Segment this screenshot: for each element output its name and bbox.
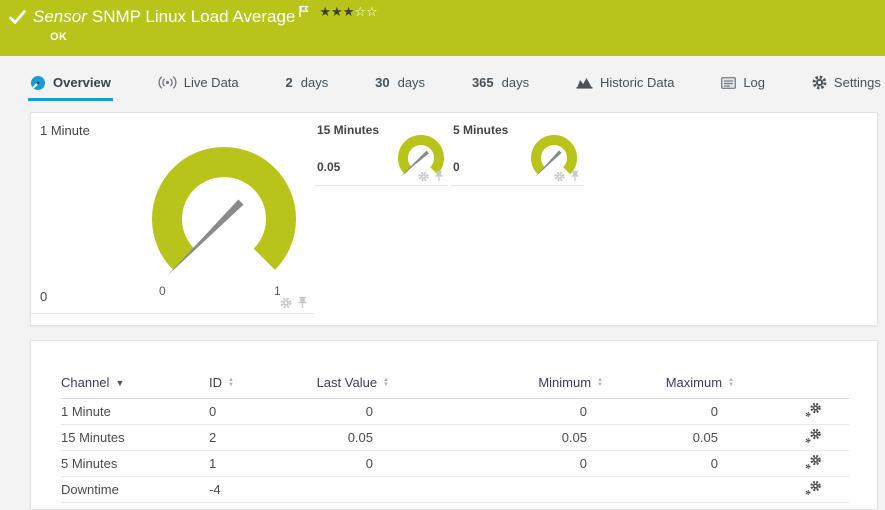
column-header-maximum[interactable]: Maximum ▲ ▼ (603, 366, 734, 399)
tab-label: Settings (833, 75, 881, 90)
tab-365-days[interactable]: 365 days (470, 67, 531, 101)
channel-name[interactable]: 1 Minute (61, 398, 209, 425)
table-row: 1 Minute 0 0 0 0 (61, 398, 849, 425)
channels-table: Channel ▼ ID ▲ ▼ Last Value ▲ ▼ Minimum ▲ ▼ Max… (61, 366, 849, 503)
priority-stars-filled: ★★★ (319, 4, 355, 19)
tab-bar: Overview Live Data 2 days 30 days 365 da… (0, 56, 885, 102)
table-header-row: Channel ▼ ID ▲ ▼ Last Value ▲ ▼ Minimum ▲ ▼ Max… (61, 366, 849, 399)
column-header-last-value[interactable]: Last Value ▲ ▼ (298, 366, 389, 399)
channel-maximum: 0.05 (603, 424, 734, 451)
channel-name[interactable]: 15 Minutes (61, 424, 209, 451)
table-row: Downtime -4 (61, 476, 849, 503)
channel-last-value (298, 476, 389, 503)
tab-number: 365 (471, 75, 494, 90)
gauge-title: 5 Minutes (453, 123, 509, 137)
channel-name[interactable]: 5 Minutes (61, 450, 209, 477)
sort-icon: ▲ ▼ (383, 377, 389, 389)
gauge-current-value: 0.05 (317, 160, 341, 174)
channel-settings-gear-icon[interactable] (554, 171, 565, 182)
pin-icon[interactable] (570, 170, 580, 182)
status-ok-check-icon (9, 10, 26, 30)
priority-stars-empty: ☆☆ (354, 4, 378, 19)
channel-settings-gear-icon[interactable] (418, 171, 429, 182)
gauge-current-value: 0 (453, 160, 460, 174)
flag-icon[interactable] (298, 5, 310, 23)
tab-30-days[interactable]: 30 days (373, 67, 427, 101)
table-row: 15 Minutes 2 0.05 0.05 0.05 (61, 424, 849, 451)
channel-last-value: 0 (298, 398, 389, 425)
gauge-cell-5-minutes: 5 Minutes 0 (450, 113, 584, 186)
tab-number: 2 (285, 75, 293, 90)
sensor-type-label: Sensor (33, 7, 87, 26)
tab-label: days (501, 75, 530, 90)
sort-icon: ▲ ▼ (228, 377, 234, 389)
channel-id: 1 (209, 450, 298, 477)
sort-icon: ▲ ▼ (728, 377, 734, 389)
channel-last-value: 0 (298, 450, 389, 477)
gauge-current-value: 0 (40, 289, 48, 304)
priority-stars[interactable]: ★★★☆☆ (319, 5, 377, 19)
channel-minimum: 0.05 (389, 424, 603, 451)
tab-label: days (300, 75, 329, 90)
gauge-cell-15-minutes: 15 Minutes 0.05 (314, 113, 448, 186)
tab-label: Historic Data (600, 75, 675, 90)
tab-2-days[interactable]: 2 days (284, 67, 331, 101)
column-header-minimum[interactable]: Minimum ▲ ▼ (389, 366, 603, 399)
status-badge: OK (50, 31, 68, 43)
column-header-channel[interactable]: Channel ▼ (61, 366, 209, 399)
gauge-cell-1-minute: 1 Minute 0 1 0 (31, 113, 314, 314)
gear-icon (812, 75, 827, 90)
channel-minimum: 0 (389, 450, 603, 477)
page-title: SNMP Linux Load Average (91, 7, 296, 26)
tab-overview[interactable]: Overview (28, 67, 113, 101)
tab-label: Live Data (183, 75, 239, 90)
tab-historic-data[interactable]: Historic Data (574, 67, 676, 101)
sort-desc-icon: ▼ (115, 378, 125, 389)
gauge-scale-min: 0 (159, 284, 166, 298)
column-header-settings (734, 366, 849, 399)
channel-maximum (603, 476, 734, 503)
channel-name[interactable]: Downtime (61, 476, 209, 503)
gauge-title: 1 Minute (40, 123, 90, 138)
log-icon (721, 76, 737, 89)
column-header-id[interactable]: ID ▲ ▼ (209, 366, 298, 399)
gauge-dial-1-minute (152, 147, 296, 276)
tab-label: Overview (53, 75, 111, 90)
channel-id: -4 (209, 476, 298, 503)
tab-settings[interactable]: Settings (810, 67, 883, 101)
gauge-icon (30, 75, 46, 91)
overview-gauges-panel: 1 Minute 0 1 0 15 Minutes 0.05 5 Minutes… (30, 112, 878, 326)
channel-id: 0 (209, 398, 298, 425)
tab-live-data[interactable]: Live Data (156, 67, 241, 101)
channel-settings-gear-icon[interactable] (280, 297, 292, 309)
channel-settings-gears-icon[interactable] (804, 480, 822, 496)
channel-settings-gears-icon[interactable] (804, 428, 822, 444)
tab-label: days (397, 75, 426, 90)
channel-settings-gears-icon[interactable] (804, 402, 822, 418)
channel-minimum: 0 (389, 398, 603, 425)
table-row: 5 Minutes 1 0 0 0 (61, 450, 849, 477)
gauge-title: 15 Minutes (317, 123, 380, 137)
pin-icon[interactable] (297, 296, 308, 309)
sort-icon: ▲ ▼ (597, 377, 603, 389)
channel-settings-gears-icon[interactable] (804, 454, 822, 470)
tab-number: 30 (375, 75, 390, 90)
sensor-status-header: Sensor SNMP Linux Load Average ★★★☆☆ OK (0, 0, 885, 56)
pin-icon[interactable] (434, 170, 444, 182)
tab-log[interactable]: Log (719, 67, 767, 101)
area-chart-icon (576, 76, 593, 89)
channel-maximum: 0 (603, 450, 734, 477)
channel-maximum: 0 (603, 398, 734, 425)
live-icon (158, 76, 177, 89)
tab-label: Log (743, 75, 766, 90)
gauge-actions (554, 170, 580, 182)
channel-last-value: 0.05 (298, 424, 389, 451)
channel-id: 2 (209, 424, 298, 451)
channels-table-panel: Channel ▼ ID ▲ ▼ Last Value ▲ ▼ Minimum ▲ ▼ Max… (30, 340, 878, 510)
gauge-actions (280, 296, 308, 309)
channel-minimum (389, 476, 603, 503)
sensor-title-row: Sensor SNMP Linux Load Average ★★★☆☆ (9, 5, 378, 30)
gauge-actions (418, 170, 444, 182)
